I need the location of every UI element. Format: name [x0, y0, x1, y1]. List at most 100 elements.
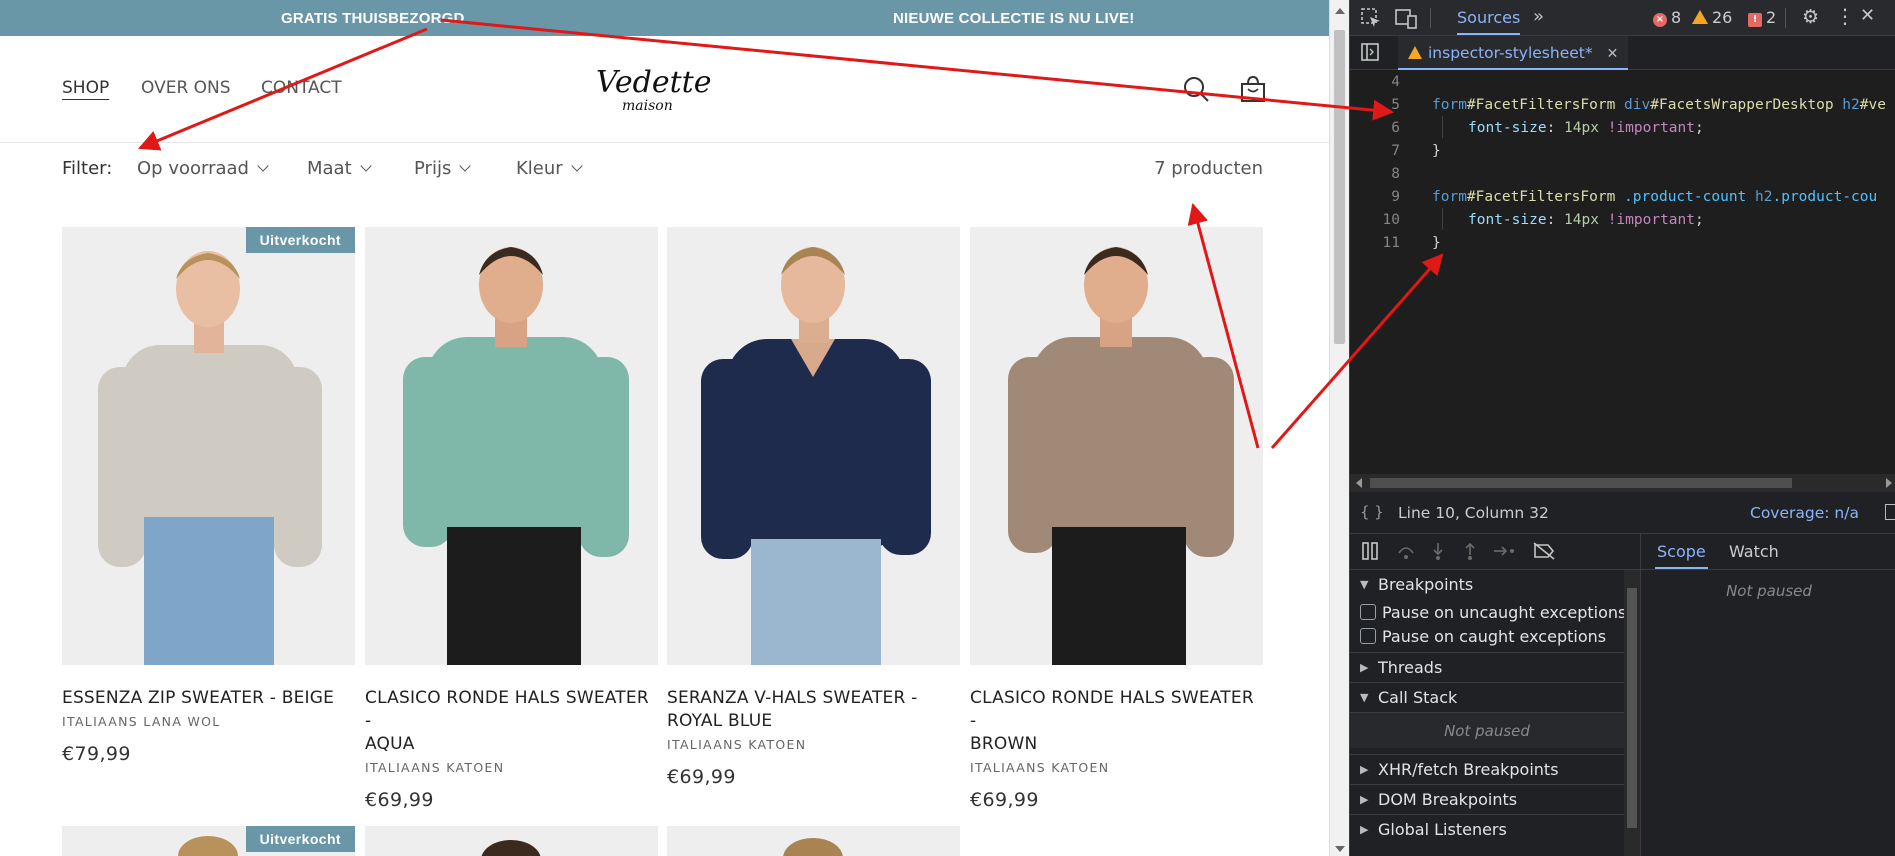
product-card[interactable]: Uitverkocht ESSENZA ZIP SWEATER - BEIGE … [62, 227, 355, 765]
section-threads[interactable]: ▶ Threads [1350, 652, 1624, 682]
model-photo [403, 247, 629, 665]
product-card-row2[interactable] [667, 826, 960, 856]
product-image[interactable]: Uitverkocht [62, 227, 355, 665]
device-toggle-icon[interactable] [1394, 7, 1418, 34]
step-into-icon[interactable] [1428, 541, 1448, 566]
code-line-10: font-size: 14px !important; [1468, 212, 1704, 228]
more-tabs-icon[interactable]: » [1533, 6, 1544, 27]
triangle-right-icon: ▶ [1360, 793, 1369, 806]
product-title[interactable]: CLASICO RONDE HALS SWEATER - BROWN [970, 687, 1263, 756]
step-over-icon[interactable] [1396, 541, 1416, 566]
issue-count-value: 2 [1766, 8, 1777, 27]
product-title-line1: CLASICO RONDE HALS SWEATER - [970, 688, 1254, 731]
logo-subtext: maison [622, 98, 673, 114]
pretty-print-icon[interactable]: { } [1360, 503, 1384, 521]
line-number: 9 [1391, 189, 1400, 205]
inspect-element-icon[interactable] [1360, 7, 1382, 34]
page-scrollbar[interactable] [1329, 0, 1349, 856]
logo-text: Vedette [596, 65, 712, 100]
filter-color-label: Kleur [516, 158, 563, 179]
editor-hscrollbar[interactable] [1350, 474, 1895, 492]
scroll-thumb[interactable] [1334, 30, 1345, 344]
product-price: €79,99 [62, 743, 131, 765]
section-label: Threads [1378, 658, 1443, 677]
filter-stock[interactable]: Op voorraad [137, 158, 269, 179]
scroll-right-arrow[interactable] [1886, 478, 1892, 488]
close-devtools-icon[interactable]: ✕ [1860, 5, 1875, 26]
close-tab-icon[interactable]: ✕ [1607, 46, 1619, 62]
code-line-7: } [1432, 143, 1441, 159]
code-editor[interactable]: 4 5 6 7 8 9 10 11 form#FacetFiltersForm … [1350, 70, 1895, 474]
indent-guide [1442, 208, 1443, 230]
product-card[interactable]: CLASICO RONDE HALS SWEATER - BROWN ITALIA… [970, 227, 1263, 811]
nav-shop[interactable]: SHOP [62, 78, 109, 98]
brand-logo[interactable]: Vedette maison [592, 62, 732, 118]
pause-caught-label: Pause on caught exceptions [1382, 627, 1607, 646]
section-breakpoints[interactable]: ▼ Breakpoints [1350, 570, 1624, 600]
toolbar-divider [1430, 8, 1431, 28]
coverage-status[interactable]: Coverage: n/a [1750, 504, 1859, 522]
error-count[interactable]: × 8 [1653, 8, 1681, 28]
line-number: 8 [1391, 166, 1400, 182]
checkbox[interactable] [1360, 628, 1376, 644]
pause-uncaught-label: Pause on uncaught exceptions [1382, 603, 1627, 622]
step-out-icon[interactable] [1460, 541, 1480, 566]
product-title-line1: CLASICO RONDE HALS SWEATER - [365, 688, 649, 731]
line-number: 11 [1382, 235, 1400, 251]
filter-color[interactable]: Kleur [516, 158, 583, 179]
section-global-listeners[interactable]: ▶ Global Listeners [1350, 814, 1624, 844]
section-label: Call Stack [1378, 688, 1458, 707]
triangle-down-icon: ▼ [1360, 691, 1369, 704]
scroll-down-arrow[interactable] [1335, 846, 1345, 852]
gear-icon[interactable]: ⚙ [1802, 6, 1819, 28]
scroll-up-arrow[interactable] [1335, 8, 1345, 14]
scroll-left-arrow[interactable] [1356, 478, 1362, 488]
sidebar-toggle-icon[interactable] [1885, 504, 1895, 520]
product-image[interactable] [365, 227, 658, 665]
filter-label: Filter: [62, 158, 113, 179]
product-card[interactable]: CLASICO RONDE HALS SWEATER - AQUA ITALIAA… [365, 227, 658, 811]
nav-contact[interactable]: CONTACT [261, 78, 342, 98]
product-card-row2[interactable] [365, 826, 658, 856]
tab-sources[interactable]: Sources [1457, 8, 1521, 35]
kebab-menu-icon[interactable]: ⋮ [1835, 4, 1855, 28]
section-label: DOM Breakpoints [1378, 790, 1518, 809]
nav-about[interactable]: OVER ONS [141, 78, 231, 98]
toggle-navigator-icon[interactable] [1360, 42, 1380, 67]
sidebar-scrollbar[interactable] [1624, 570, 1640, 856]
product-image[interactable] [667, 227, 960, 665]
search-icon[interactable] [1181, 74, 1211, 104]
pause-uncaught-row[interactable]: Pause on uncaught exceptions [1350, 600, 1627, 624]
product-card-row2[interactable]: Uitverkocht [62, 826, 355, 856]
filter-price[interactable]: Prijs [414, 158, 471, 179]
triangle-down-icon: ▼ [1360, 578, 1369, 591]
pause-icon[interactable] [1360, 541, 1380, 566]
product-title[interactable]: SERANZA V-HALS SWEATER - ROYAL BLUE [667, 687, 960, 733]
triangle-right-icon: ▶ [1360, 763, 1369, 776]
product-title[interactable]: ESSENZA ZIP SWEATER - BEIGE [62, 687, 355, 710]
deactivate-breakpoints-icon[interactable] [1532, 541, 1556, 566]
product-image[interactable] [970, 227, 1263, 665]
warning-count[interactable]: 26 [1692, 8, 1732, 27]
toolbar-divider [1785, 8, 1786, 28]
section-call-stack[interactable]: ▼ Call Stack [1350, 682, 1624, 712]
checkbox[interactable] [1360, 604, 1376, 620]
scope-pane: Scope Watch Not paused [1640, 534, 1895, 856]
chevron-down-icon [571, 160, 583, 172]
step-icon[interactable] [1492, 541, 1516, 566]
product-title[interactable]: CLASICO RONDE HALS SWEATER - AQUA [365, 687, 658, 756]
product-card[interactable]: SERANZA V-HALS SWEATER - ROYAL BLUE ITALI… [667, 227, 960, 788]
cart-icon[interactable] [1238, 74, 1268, 104]
issue-count[interactable]: ! 2 [1748, 8, 1776, 28]
pause-caught-row[interactable]: Pause on caught exceptions [1350, 624, 1624, 648]
product-count: 7 producten [1154, 158, 1263, 179]
sidebar-scroll-thumb[interactable] [1627, 588, 1637, 828]
section-dom-breakpoints[interactable]: ▶ DOM Breakpoints [1350, 784, 1624, 814]
warning-icon [1408, 46, 1422, 59]
tab-watch[interactable]: Watch [1729, 542, 1779, 561]
tab-scope[interactable]: Scope [1655, 542, 1708, 569]
hscroll-thumb[interactable] [1370, 478, 1792, 488]
file-tab-inspector-stylesheet[interactable]: inspector-stylesheet* ✕ [1398, 36, 1629, 70]
section-xhr-breakpoints[interactable]: ▶ XHR/fetch Breakpoints [1350, 754, 1624, 784]
filter-size[interactable]: Maat [307, 158, 372, 179]
